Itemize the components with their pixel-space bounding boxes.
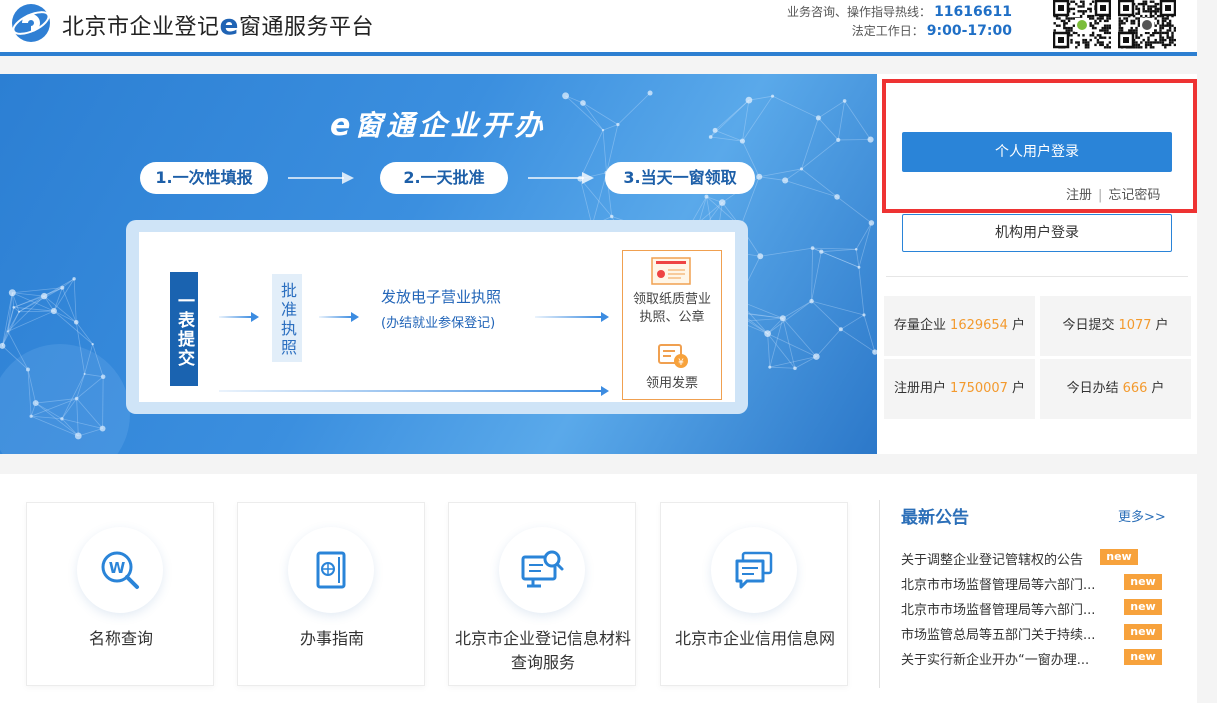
svg-text:¥: ¥	[678, 358, 684, 368]
stat-label: 今日办结	[1066, 381, 1119, 396]
notice-item[interactable]: 北京市市场监督管理局等六部门...	[901, 599, 1121, 618]
stat-today-submitted: 今日提交 1077 户	[1040, 296, 1191, 356]
site-title: 北京市企业登记e窗通服务平台	[62, 8, 374, 41]
service-label: 北京市企业登记信息材料查询服务	[455, 629, 632, 672]
link-separator: |	[1098, 188, 1103, 203]
flow-invoice: 领用发票	[645, 376, 698, 391]
banner-title-e: e	[330, 108, 355, 143]
qr-apple-icon[interactable]	[1117, 0, 1177, 50]
service-card-name-search[interactable]: W 名称查询	[26, 502, 214, 686]
site-title-e: e	[219, 8, 240, 41]
forgot-password-link[interactable]: 忘记密码	[1108, 188, 1160, 203]
flow-issue-sub: (办结就业参保登记)	[381, 316, 496, 331]
stat-unit: 户	[1011, 318, 1025, 333]
step-2: 2.一天批准	[380, 162, 508, 194]
service-icon-circle	[288, 527, 374, 613]
hotline-label: 业务咨询、操作指导热线：	[787, 5, 932, 19]
service-icon-circle: W	[77, 527, 163, 613]
stat-label: 今日提交	[1062, 318, 1115, 333]
hours-label: 法定工作日：	[851, 24, 924, 38]
flow-arrow-long	[219, 390, 601, 392]
flow-submit: 一表提交	[170, 272, 198, 386]
license-certificate-icon	[651, 257, 691, 285]
panel-divider	[886, 276, 1188, 277]
new-badge: new	[1124, 649, 1162, 665]
info-query-icon	[521, 550, 564, 588]
site-header: 北京市企业登记e窗通服务平台 业务咨询、操作指导热线： 11616611 法定工作…	[0, 0, 1197, 56]
stat-unit: 户	[1151, 381, 1165, 396]
notice-item[interactable]: 市场监管总局等五部门关于持续...	[901, 624, 1121, 643]
service-label: 北京市企业信用信息网	[674, 629, 835, 648]
svg-text:W: W	[109, 559, 126, 577]
flow-issue-title: 发放电子营业执照	[381, 288, 502, 306]
notice-title: 最新公告	[901, 508, 969, 528]
stat-label: 存量企业	[894, 318, 947, 333]
stat-label: 注册用户	[894, 381, 947, 396]
header-divider	[0, 52, 1197, 56]
notice-item[interactable]: 关于调整企业登记管辖权的公告	[901, 549, 1121, 568]
stat-today-completed: 今日办结 666 户	[1040, 359, 1191, 419]
banner-title: e窗通企业开办	[330, 104, 546, 144]
step-3: 3.当天一窗领取	[605, 162, 755, 194]
flow-arrow	[535, 316, 601, 318]
guide-book-icon	[316, 551, 346, 589]
notice-item[interactable]: 关于实行新企业开办“一窗办理...	[901, 649, 1121, 668]
new-badge: new	[1124, 574, 1162, 590]
hero-banner: e窗通企业开办 1.一次性填报 2.一天批准 3.当天一窗领取 一表提交 批准执…	[0, 74, 877, 454]
site-title-prefix: 北京市企业登记	[62, 15, 220, 40]
credit-chat-icon	[735, 551, 773, 589]
service-card-credit[interactable]: 北京市企业信用信息网	[660, 502, 848, 686]
new-badge: new	[1124, 624, 1162, 640]
name-search-icon: W	[101, 551, 139, 589]
flow-arrow	[319, 316, 353, 318]
notice-divider	[879, 500, 880, 688]
globe-logo-icon[interactable]	[10, 2, 52, 44]
stat-value: 1629654	[950, 318, 1008, 333]
register-link[interactable]: 注册	[1066, 188, 1092, 203]
service-card-guide[interactable]: 办事指南	[237, 502, 425, 686]
notice-more-link[interactable]: 更多>>	[1118, 506, 1166, 525]
stat-value: 1750007	[950, 381, 1008, 396]
hours-value: 9:00-17:00	[926, 23, 1012, 39]
org-login-button[interactable]: 机构用户登录	[902, 214, 1172, 252]
stat-existing-enterprises: 存量企业 1629654 户	[884, 296, 1035, 356]
arrow-right-icon	[288, 172, 354, 184]
qr-android-icon[interactable]	[1052, 0, 1112, 50]
service-icon-circle	[499, 527, 585, 613]
arrow-head-icon	[251, 312, 259, 322]
flow-approve: 批准执照	[272, 274, 302, 362]
flow-diagram: 一表提交 批准执照 发放电子营业执照 (办结就业参保登记) 领取纸质营业 执照、…	[139, 232, 735, 402]
new-badge: new	[1124, 599, 1162, 615]
stat-unit: 户	[1011, 381, 1025, 396]
banner-title-text: 窗通企业开办	[354, 109, 547, 142]
login-links: 注册 | 忘记密码	[1066, 184, 1160, 203]
arrow-right-icon	[528, 172, 594, 184]
new-badge: new	[1100, 549, 1138, 565]
stat-value: 666	[1122, 381, 1148, 396]
arrow-head-icon	[601, 386, 609, 396]
arrow-head-icon	[351, 312, 359, 322]
flow-arrow	[219, 316, 253, 318]
service-label: 名称查询	[88, 629, 153, 648]
invoice-icon: ¥	[658, 344, 688, 368]
hotline-number: 11616611	[934, 4, 1012, 20]
stat-registered-users: 注册用户 1750007 户	[884, 359, 1035, 419]
arrow-head-icon	[601, 312, 609, 322]
stat-value: 1077	[1118, 318, 1152, 333]
hotline-info: 业务咨询、操作指导热线： 11616611 法定工作日： 9:00-17:00	[787, 3, 1012, 41]
flow-result-box: 领取纸质营业 执照、公章 ¥ 领用发票	[622, 250, 722, 400]
service-card-info-query[interactable]: 北京市企业登记信息材料查询服务	[448, 502, 636, 686]
site-title-suffix: 窗通服务平台	[239, 15, 375, 40]
service-label: 办事指南	[299, 629, 364, 648]
notice-item[interactable]: 北京市市场监督管理局等六部门...	[901, 574, 1121, 593]
stat-unit: 户	[1155, 318, 1169, 333]
flow-pickup-line2: 执照、公章	[639, 310, 705, 325]
service-icon-circle	[711, 527, 797, 613]
flow-card: 一表提交 批准执照 发放电子营业执照 (办结就业参保登记) 领取纸质营业 执照、…	[126, 220, 748, 414]
flow-pickup-line1: 领取纸质营业	[632, 292, 711, 307]
personal-login-button[interactable]: 个人用户登录	[902, 132, 1172, 172]
step-1: 1.一次性填报	[140, 162, 268, 194]
